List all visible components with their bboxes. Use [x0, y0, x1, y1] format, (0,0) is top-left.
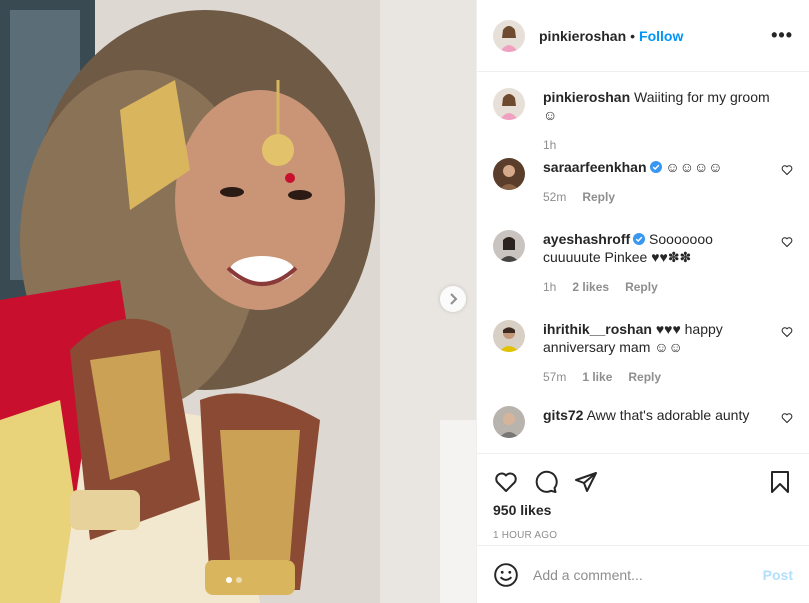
- comment-time[interactable]: 57m: [543, 368, 566, 386]
- comment-item: ayeshashroff Sooooooo cuuuuute Pinkee ♥♥…: [493, 230, 793, 320]
- caption-meta: 1h: [543, 136, 771, 154]
- bookmark-icon: [771, 471, 789, 493]
- like-comment-heart-icon[interactable]: [781, 164, 793, 176]
- author-username[interactable]: pinkieroshan: [539, 28, 626, 44]
- comment-username[interactable]: ayeshashroff: [543, 231, 630, 247]
- comments-list[interactable]: pinkieroshan Waiiting for my groom ☺ 1h …: [477, 72, 809, 453]
- comment-meta: 1h 2 likes Reply: [543, 278, 771, 296]
- comment-time[interactable]: 52m: [543, 188, 566, 206]
- photo-illustration: [0, 0, 476, 603]
- reply-button[interactable]: Reply: [625, 278, 658, 296]
- carousel-dot: [226, 577, 232, 583]
- verified-badge-icon: [649, 161, 662, 173]
- add-comment-bar: Post: [477, 545, 809, 603]
- comment-input[interactable]: [533, 566, 763, 583]
- like-comment-heart-icon[interactable]: [781, 236, 793, 248]
- save-button[interactable]: [767, 469, 793, 495]
- reply-button[interactable]: Reply: [582, 188, 615, 206]
- post-actions: 950 likes 1 HOUR AGO: [477, 453, 809, 545]
- emoji-icon[interactable]: [493, 562, 519, 588]
- comment-icon: [535, 470, 558, 493]
- comment-meta: 57m 1 like Reply: [543, 368, 771, 386]
- comment-text: ☺☺☺☺: [665, 159, 723, 175]
- separator-dot: •: [630, 27, 636, 44]
- comment-item: ihrithik__roshan ♥♥♥ happy anniversary m…: [493, 320, 793, 406]
- comment-username[interactable]: gits72: [543, 407, 583, 423]
- comment-meta: 52m Reply: [543, 188, 771, 206]
- next-photo-button[interactable]: [440, 286, 466, 312]
- share-button[interactable]: [573, 469, 599, 495]
- comment-likes[interactable]: 1 like: [582, 368, 612, 386]
- carousel-dot: [236, 577, 242, 583]
- author-avatar[interactable]: [493, 19, 525, 52]
- comment-body: ayeshashroff Sooooooo cuuuuute Pinkee ♥♥…: [543, 230, 771, 320]
- follow-button[interactable]: Follow: [639, 28, 683, 44]
- like-comment-heart-icon[interactable]: [781, 412, 793, 424]
- caption-body: pinkieroshan Waiiting for my groom ☺ 1h: [543, 88, 771, 158]
- chevron-right-icon: [450, 293, 458, 305]
- comment-item: saraarfeenkhan ☺☺☺☺ 52m Reply: [493, 158, 793, 230]
- comment-body: ihrithik__roshan ♥♥♥ happy anniversary m…: [543, 320, 771, 406]
- commenter-avatar[interactable]: [493, 158, 525, 190]
- comment-username[interactable]: ihrithik__roshan: [543, 321, 652, 337]
- post-comment-button[interactable]: Post: [763, 567, 793, 583]
- comment-body: saraarfeenkhan ☺☺☺☺ 52m Reply: [543, 158, 771, 230]
- likes-count[interactable]: 950 likes: [493, 502, 793, 518]
- comment-button[interactable]: [533, 469, 559, 495]
- caption: pinkieroshan Waiiting for my groom ☺ 1h: [493, 88, 793, 158]
- caption-avatar[interactable]: [493, 88, 525, 120]
- caption-time[interactable]: 1h: [543, 136, 556, 154]
- instagram-post: pinkieroshan • Follow ••• pinkieroshan W…: [0, 0, 809, 603]
- caption-username[interactable]: pinkieroshan: [543, 89, 630, 105]
- carousel-indicator: [226, 577, 242, 583]
- heart-icon: [495, 472, 517, 492]
- post-timestamp[interactable]: 1 HOUR AGO: [493, 530, 793, 541]
- action-icons-row: [493, 462, 793, 502]
- reply-button[interactable]: Reply: [628, 368, 661, 386]
- comment-time[interactable]: 1h: [543, 278, 556, 296]
- post-header: pinkieroshan • Follow •••: [477, 0, 809, 72]
- like-button[interactable]: [493, 469, 519, 495]
- commenter-avatar[interactable]: [493, 230, 525, 262]
- post-side-panel: pinkieroshan • Follow ••• pinkieroshan W…: [476, 0, 809, 603]
- like-comment-heart-icon[interactable]: [781, 326, 793, 338]
- more-options-button[interactable]: •••: [771, 25, 793, 46]
- commenter-avatar[interactable]: [493, 406, 525, 438]
- comment-body: gits72 Aww that's adorable aunty: [543, 406, 771, 446]
- comment-username[interactable]: saraarfeenkhan: [543, 159, 647, 175]
- verified-badge-icon: [633, 233, 646, 245]
- comment-text: Aww that's adorable aunty: [586, 407, 750, 423]
- post-photo[interactable]: [0, 0, 476, 603]
- comment-likes[interactable]: 2 likes: [572, 278, 609, 296]
- commenter-avatar[interactable]: [493, 320, 525, 352]
- share-icon: [575, 472, 597, 492]
- comment-item: gits72 Aww that's adorable aunty: [493, 406, 793, 446]
